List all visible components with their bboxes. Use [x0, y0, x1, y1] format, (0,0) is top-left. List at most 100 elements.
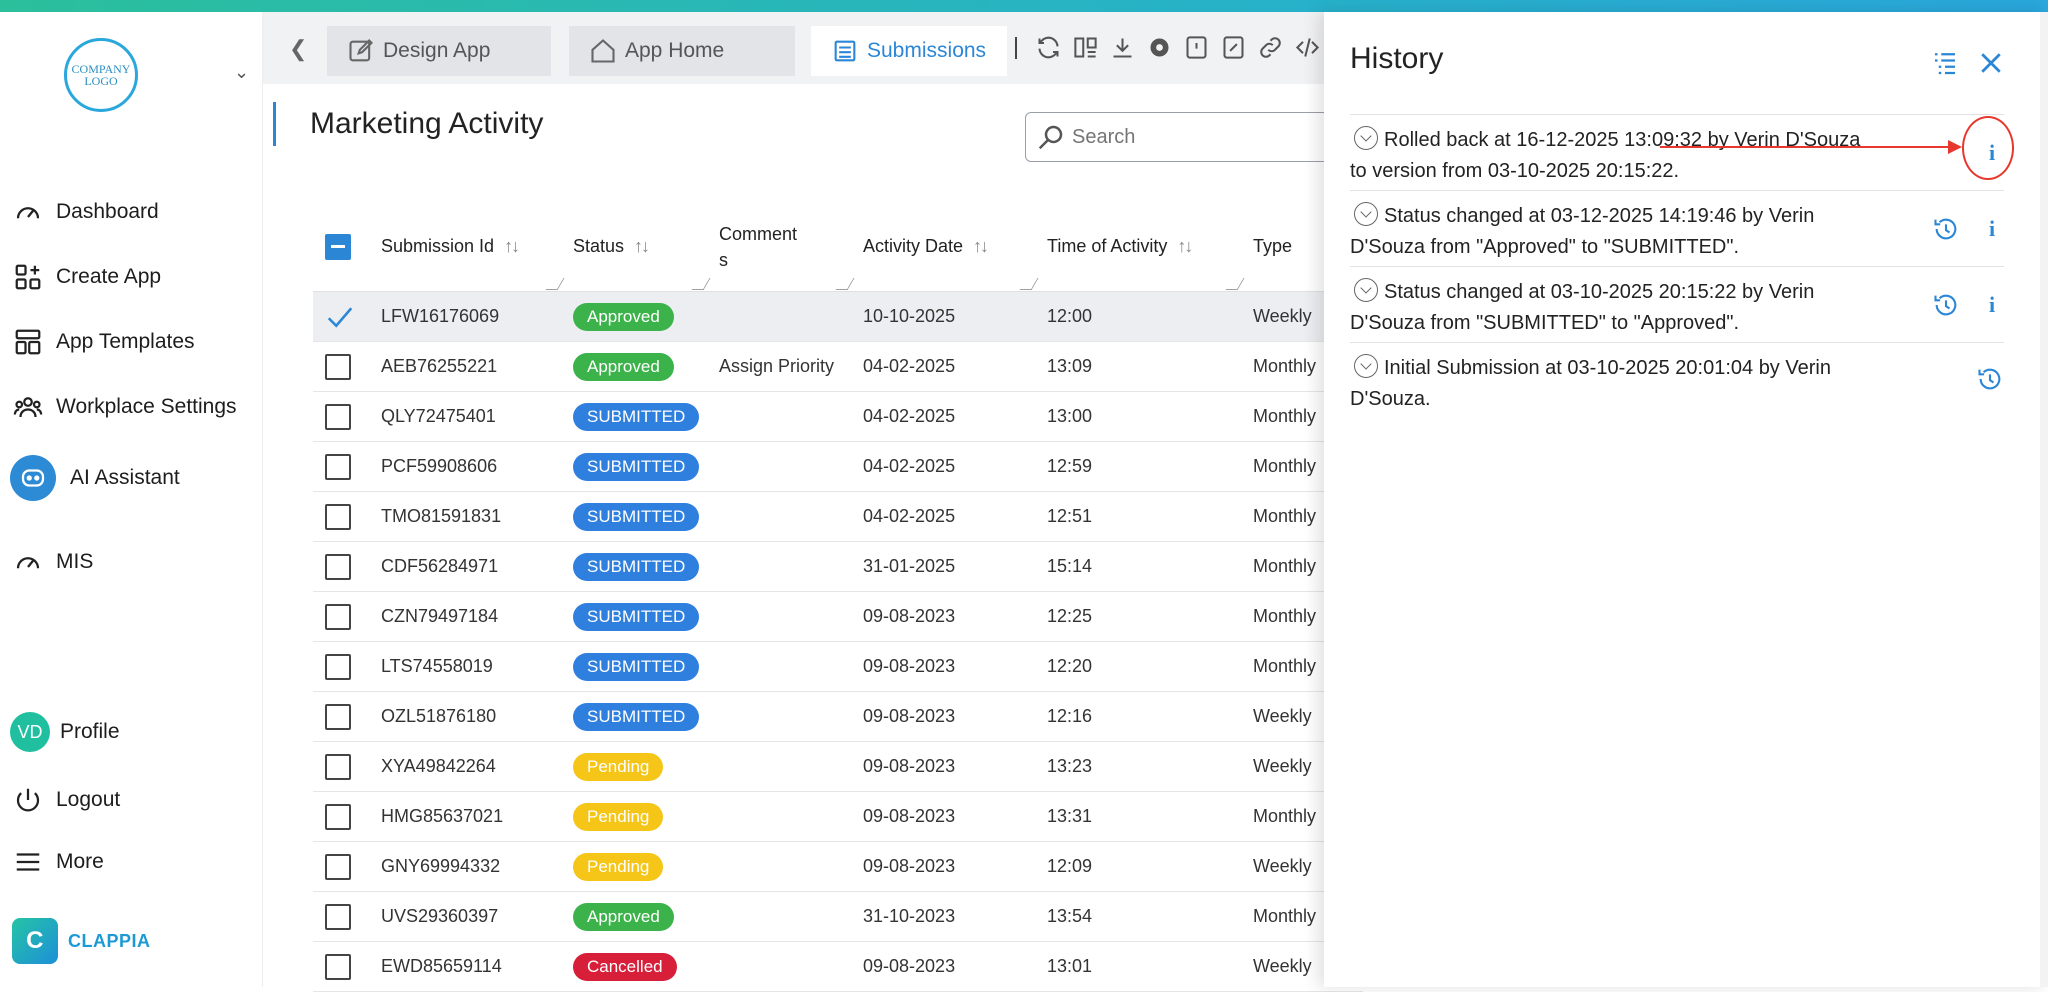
expand-chevron-icon[interactable] — [1354, 126, 1378, 150]
expand-chevron-icon[interactable] — [1354, 354, 1378, 378]
scrollbar[interactable] — [2040, 12, 2048, 987]
table-row[interactable]: GNY69994332 Pending 09-08-2023 12:09 Weekly — [313, 842, 1363, 892]
row-checkbox[interactable] — [325, 803, 351, 830]
cell-status: SUBMITTED — [565, 702, 711, 731]
cell-submission-id[interactable]: OZL51876180 — [373, 706, 565, 727]
table-row[interactable]: XYA49842264 Pending 09-08-2023 13:23 Weekly — [313, 742, 1363, 792]
resize-handle[interactable] — [1019, 277, 1039, 290]
row-checkbox[interactable] — [325, 703, 351, 730]
table-row[interactable]: QLY72475401 SUBMITTED 04-02-2025 13:00 Month… — [313, 392, 1363, 442]
checkmark-icon[interactable] — [325, 302, 355, 332]
table-row[interactable]: UVS29360397 Approved 31-10-2023 13:54 Monthl… — [313, 892, 1363, 942]
expand-chevron-icon[interactable] — [1354, 202, 1378, 226]
column-header-activity-date[interactable]: Activity Date ↑↓ — [855, 202, 1039, 292]
cell-submission-id[interactable]: CZN79497184 — [373, 606, 565, 627]
row-checkbox[interactable] — [325, 853, 351, 880]
restore-history-icon[interactable] — [1932, 215, 1960, 243]
sidebar-item-profile[interactable]: VD Profile — [10, 712, 120, 752]
table-row[interactable]: LTS74558019 SUBMITTED 09-08-2023 12:20 Month… — [313, 642, 1363, 692]
row-checkbox[interactable] — [325, 603, 351, 630]
cell-submission-id[interactable]: AEB76255221 — [373, 356, 565, 377]
sidebar-item-app-templates[interactable]: App Templates — [12, 322, 195, 362]
sidebar-item-dashboard[interactable]: Dashboard — [12, 192, 159, 232]
search-box[interactable] — [1025, 112, 1355, 162]
columns-icon[interactable] — [1072, 34, 1099, 61]
sidebar-item-more[interactable]: More — [12, 842, 104, 882]
brand-logo: C CLAPPIA — [12, 918, 151, 964]
cell-submission-id[interactable]: GNY69994332 — [373, 856, 565, 877]
table-row[interactable]: AEB76255221 Approved Assign Priority 04-02-… — [313, 342, 1363, 392]
table-row[interactable]: OZL51876180 SUBMITTED 09-08-2023 12:16 Weekl… — [313, 692, 1363, 742]
form-icon[interactable] — [1183, 34, 1210, 61]
table-row[interactable]: LFW16176069 Approved 10-10-2025 12:00 Weekly — [313, 292, 1363, 342]
column-header-time-of-activity[interactable]: Time of Activity ↑↓ — [1039, 202, 1245, 292]
cell-status: SUBMITTED — [565, 652, 711, 681]
refresh-icon[interactable] — [1035, 34, 1062, 61]
resize-handle[interactable] — [545, 277, 565, 290]
row-select-cell — [313, 953, 373, 980]
resize-handle[interactable] — [1225, 277, 1245, 290]
sort-icon[interactable]: ↑↓ — [973, 236, 989, 257]
cell-activity-date: 04-02-2025 — [863, 506, 956, 526]
row-checkbox[interactable] — [325, 553, 351, 580]
download-icon[interactable] — [1109, 34, 1136, 61]
row-checkbox[interactable] — [325, 903, 351, 930]
sidebar-item-workplace-settings[interactable]: Workplace Settings — [12, 387, 237, 427]
sidebar-item-create-app[interactable]: Create App — [12, 257, 161, 297]
code-icon[interactable] — [1294, 34, 1321, 61]
info-icon[interactable]: i — [1980, 213, 2004, 244]
sidebar-item-mis[interactable]: MIS — [12, 542, 93, 582]
tab-app-home[interactable]: App Home — [569, 26, 795, 76]
cell-submission-id[interactable]: EWD85659114 — [373, 956, 565, 977]
sort-icon[interactable]: ↑↓ — [504, 236, 520, 257]
cell-submission-id[interactable]: CDF56284971 — [373, 556, 565, 577]
table-row[interactable]: TMO81591831 SUBMITTED 04-02-2025 12:51 Month… — [313, 492, 1363, 542]
table-row[interactable]: CZN79497184 SUBMITTED 09-08-2023 12:25 Month… — [313, 592, 1363, 642]
sort-icon[interactable]: ↑↓ — [634, 236, 650, 257]
back-arrow-icon[interactable]: ❮ — [289, 36, 307, 62]
restore-history-icon[interactable] — [1976, 365, 2004, 393]
column-header-comments[interactable]: Comments — [711, 202, 855, 292]
row-checkbox[interactable] — [325, 403, 351, 430]
info-icon[interactable]: i — [1980, 289, 2004, 320]
link-icon[interactable] — [1257, 34, 1284, 61]
cell-submission-id[interactable]: XYA49842264 — [373, 756, 565, 777]
cell-submission-id[interactable]: LFW16176069 — [373, 306, 565, 327]
cell-submission-id[interactable]: PCF59908606 — [373, 456, 565, 477]
cell-activity-date: 04-02-2025 — [863, 406, 956, 426]
table-row[interactable]: EWD85659114 Cancelled 09-08-2023 13:01 Weekl… — [313, 942, 1363, 992]
tab-submissions[interactable]: Submissions — [811, 26, 1007, 76]
chevron-down-icon[interactable]: ⌄ — [234, 62, 249, 83]
company-logo[interactable]: COMPANY LOGO — [64, 38, 138, 112]
sidebar-item-ai-assistant[interactable]: AI Assistant — [10, 455, 180, 501]
gear-icon[interactable] — [1146, 34, 1173, 61]
edit-note-icon[interactable] — [1220, 34, 1247, 61]
row-checkbox[interactable] — [325, 753, 351, 780]
table-row[interactable]: CDF56284971 SUBMITTED 31-01-2025 15:14 Month… — [313, 542, 1363, 592]
restore-history-icon[interactable] — [1932, 291, 1960, 319]
row-checkbox[interactable] — [325, 503, 351, 530]
sidebar-item-logout[interactable]: Logout — [12, 780, 120, 820]
cell-submission-id[interactable]: QLY72475401 — [373, 406, 565, 427]
row-checkbox[interactable] — [325, 653, 351, 680]
expand-chevron-icon[interactable] — [1354, 278, 1378, 302]
resize-handle[interactable] — [835, 277, 855, 290]
list-details-icon[interactable] — [1930, 48, 1960, 78]
close-icon[interactable] — [1976, 48, 2006, 78]
row-checkbox[interactable] — [325, 953, 351, 980]
select-all-checkbox[interactable] — [325, 233, 351, 260]
table-row[interactable]: HMG85637021 Pending 09-08-2023 13:31 Monthly — [313, 792, 1363, 842]
tab-design-app[interactable]: Design App — [327, 26, 551, 76]
cell-submission-id[interactable]: TMO81591831 — [373, 506, 565, 527]
resize-handle[interactable] — [691, 277, 711, 290]
row-checkbox[interactable] — [325, 453, 351, 480]
sort-icon[interactable]: ↑↓ — [1177, 236, 1193, 257]
cell-submission-id[interactable]: HMG85637021 — [373, 806, 565, 827]
column-header-status[interactable]: Status ↑↓ — [565, 202, 711, 292]
table-row[interactable]: PCF59908606 SUBMITTED 04-02-2025 12:59 Month… — [313, 442, 1363, 492]
row-checkbox[interactable] — [325, 353, 351, 380]
column-header-submission-id[interactable]: Submission Id ↑↓ — [373, 202, 565, 292]
cell-submission-id[interactable]: LTS74558019 — [373, 656, 565, 677]
search-input[interactable] — [1072, 125, 1332, 149]
cell-submission-id[interactable]: UVS29360397 — [373, 906, 565, 927]
